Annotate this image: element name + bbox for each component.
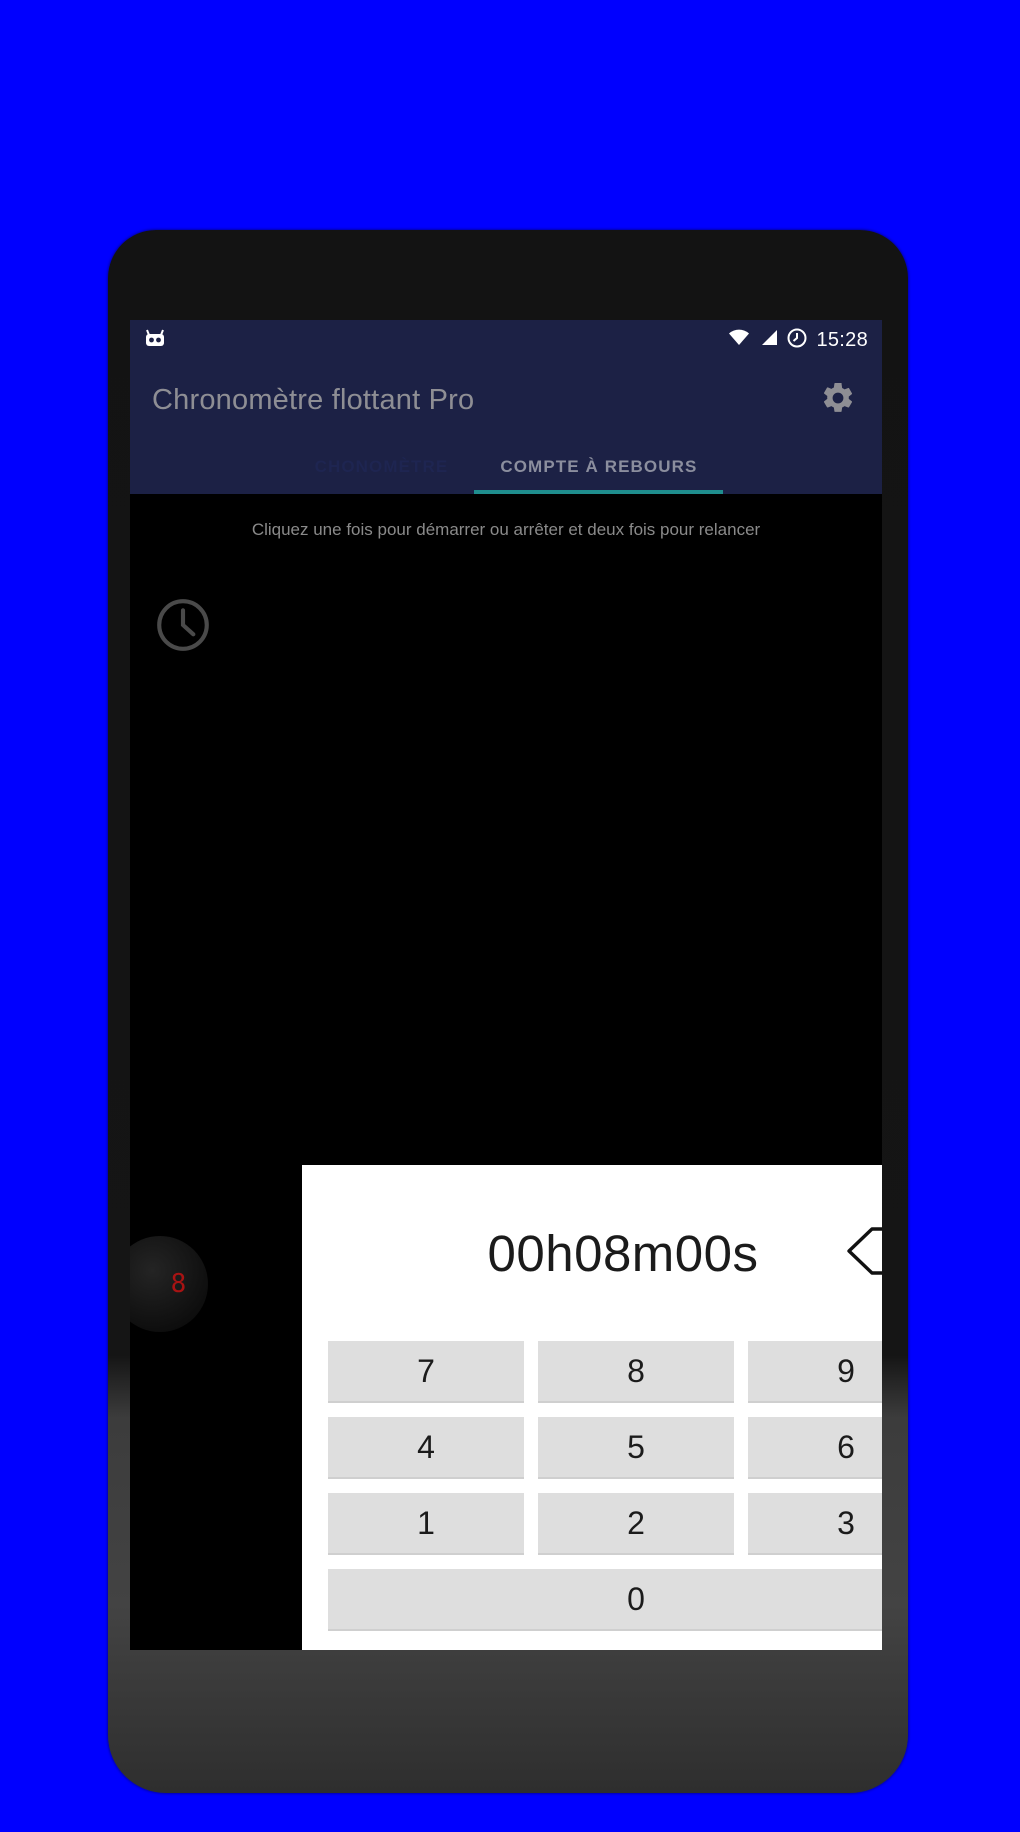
app-bar: Chronomètre flottant Pro (130, 360, 882, 440)
dialog-header: 00h08m00s (328, 1165, 882, 1341)
gear-icon (820, 380, 856, 421)
hint-text: Cliquez une fois pour démarrer ou arrête… (251, 520, 761, 539)
wifi-icon (728, 329, 750, 351)
key-9[interactable]: 9 (748, 1341, 882, 1403)
tab-compte-a-rebours-label: COMPTE À REBOURS (500, 457, 698, 476)
content-area: Cliquez une fois pour démarrer ou arrête… (130, 494, 882, 1650)
time-keypad-dialog: 00h08m00s 7 8 9 4 5 6 1 2 3 0 (302, 1165, 882, 1650)
key-1[interactable]: 1 (328, 1493, 524, 1555)
left-circular-timer-value: 8 (170, 1269, 187, 1299)
left-circular-timer[interactable]: 8 (130, 1236, 208, 1332)
status-bar: 15:28 (130, 320, 882, 360)
key-4[interactable]: 4 (328, 1417, 524, 1479)
key-5[interactable]: 5 (538, 1417, 734, 1479)
status-bar-clock: 15:28 (816, 328, 868, 351)
key-0[interactable]: 0 (328, 1569, 882, 1631)
clock-outline-icon (152, 594, 214, 661)
tab-bar: CHONOMÈTRE COMPTE À REBOURS (130, 440, 882, 494)
signal-icon (759, 329, 778, 351)
status-bar-left (144, 329, 166, 352)
key-2[interactable]: 2 (538, 1493, 734, 1555)
tab-chronometre-label: CHONOMÈTRE (314, 457, 449, 476)
backspace-delete-icon (846, 1225, 882, 1282)
key-6[interactable]: 6 (748, 1417, 882, 1479)
key-8[interactable]: 8 (538, 1341, 734, 1403)
tab-chronometre[interactable]: CHONOMÈTRE (289, 440, 475, 494)
status-bar-right: 15:28 (728, 328, 868, 353)
key-3[interactable]: 3 (748, 1493, 882, 1555)
key-7[interactable]: 7 (328, 1341, 524, 1403)
phone-screen: 15:28 Chronomètre flottant Pro CHONOMÈTR… (130, 320, 882, 1650)
settings-button[interactable] (816, 378, 860, 422)
tab-compte-a-rebours[interactable]: COMPTE À REBOURS (474, 440, 724, 494)
page-title: Chronomètre flottant Pro (152, 383, 475, 416)
dialog-actions: CANCEL OK (328, 1631, 882, 1650)
screenshot-root: 15:28 Chronomètre flottant Pro CHONOMÈTR… (0, 0, 1020, 1832)
numeric-keypad: 7 8 9 4 5 6 1 2 3 0 (328, 1341, 882, 1631)
cyanogenmod-robot-icon (144, 329, 166, 352)
alarm-clock-icon (787, 328, 807, 353)
backspace-button[interactable] (842, 1223, 882, 1283)
time-display: 00h08m00s (487, 1224, 759, 1282)
